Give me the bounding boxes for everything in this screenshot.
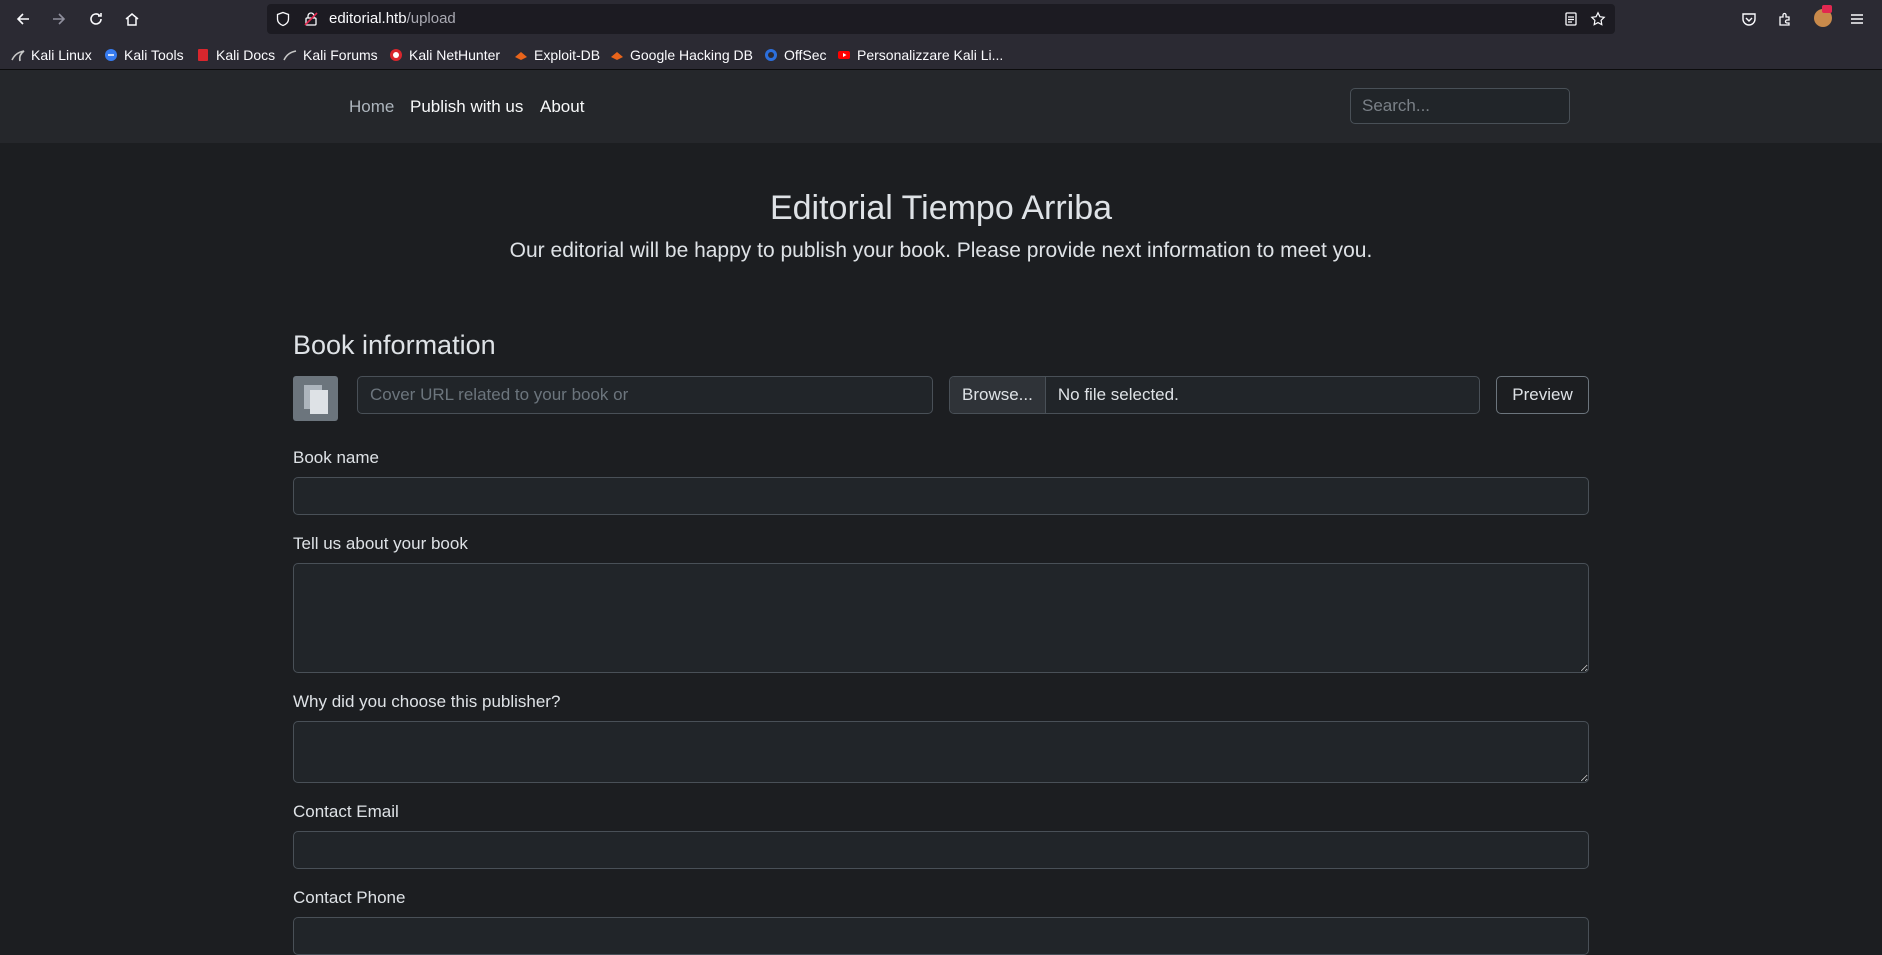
bookmark-exploit-db[interactable]: Exploit-DB xyxy=(514,46,600,64)
bookmark-label: Kali Tools xyxy=(124,47,184,63)
reload-icon xyxy=(90,13,102,25)
page-subtitle: Our editorial will be happy to publish y… xyxy=(509,239,1373,262)
pocket-icon[interactable] xyxy=(1741,11,1757,27)
nethunter-icon xyxy=(390,49,402,61)
reader-view-icon[interactable] xyxy=(1563,11,1579,27)
home-icon xyxy=(125,13,139,26)
bookmark-kali-nethunter[interactable]: Kali NetHunter xyxy=(389,46,500,64)
contact-email-input[interactable] xyxy=(293,831,1589,869)
why-publisher-label: Why did you choose this publisher? xyxy=(293,692,561,711)
shield-icon[interactable] xyxy=(275,11,291,27)
search-input[interactable] xyxy=(1350,88,1570,124)
forward-button[interactable] xyxy=(47,7,71,31)
arrow-left-icon xyxy=(16,13,29,25)
exploit-db-icon xyxy=(515,52,527,60)
youtube-icon xyxy=(838,51,850,59)
kali-tools-icon xyxy=(105,49,117,61)
browse-button[interactable]: Browse... xyxy=(950,377,1046,413)
offsec-icon xyxy=(765,49,777,61)
bookmark-personalizzare-kali[interactable]: Personalizzare Kali Li... xyxy=(837,46,1003,64)
book-name-input[interactable] xyxy=(293,477,1589,515)
url-bar[interactable]: editorial.htb/upload xyxy=(267,4,1615,34)
url-host: editorial.htb xyxy=(329,10,407,27)
browser-toolbar: editorial.htb/upload xyxy=(0,0,1882,39)
bookmark-label: Kali Linux xyxy=(31,47,92,63)
bookmark-label: Kali Forums xyxy=(303,47,378,63)
document-placeholder-icon xyxy=(303,384,328,414)
site-navbar xyxy=(0,70,1882,143)
contact-email-label: Contact Email xyxy=(293,802,399,821)
bookmark-kali-forums[interactable]: Kali Forums xyxy=(283,46,378,64)
bookmark-label: Google Hacking DB xyxy=(630,47,753,63)
contact-phone-input[interactable] xyxy=(293,917,1589,955)
about-book-label: Tell us about your book xyxy=(293,534,468,553)
bookmark-kali-tools[interactable]: Kali Tools xyxy=(104,46,184,64)
cover-preview-image xyxy=(293,376,338,421)
bookmark-label: Kali NetHunter xyxy=(409,47,501,63)
insecure-lock-icon[interactable] xyxy=(303,11,319,27)
preview-button[interactable]: Preview xyxy=(1496,376,1589,414)
extensions-icon[interactable] xyxy=(1777,11,1793,27)
kali-dragon-icon xyxy=(11,50,25,62)
url-text[interactable]: editorial.htb/upload xyxy=(329,10,456,27)
bookmarks-bar: Kali Linux Kali Tools Kali Docs Kali For… xyxy=(0,38,1882,70)
home-button[interactable] xyxy=(120,7,144,31)
bookmark-label: Exploit-DB xyxy=(534,47,601,63)
kali-forums-icon xyxy=(283,50,297,61)
nav-about-link[interactable]: About xyxy=(540,97,584,117)
section-title: Book information xyxy=(293,330,496,360)
bookmark-star-icon[interactable] xyxy=(1590,11,1606,27)
contact-phone-label: Contact Phone xyxy=(293,888,406,907)
bookmark-label: OffSec xyxy=(784,47,827,63)
nav-home-link[interactable]: Home xyxy=(349,97,394,117)
url-path: /upload xyxy=(406,10,456,27)
hamburger-menu-icon[interactable] xyxy=(1849,11,1865,27)
file-status-text: No file selected. xyxy=(1057,385,1179,404)
why-publisher-textarea[interactable] xyxy=(293,721,1589,783)
bookmark-google-hacking-db[interactable]: Google Hacking DB xyxy=(610,46,753,64)
cover-url-input[interactable] xyxy=(357,376,933,414)
cover-file-input[interactable]: Browse... No file selected. xyxy=(949,376,1480,414)
bookmark-label: Personalizzare Kali Li... xyxy=(857,47,1004,63)
about-book-textarea[interactable] xyxy=(293,563,1589,673)
bookmark-kali-linux[interactable]: Kali Linux xyxy=(11,46,92,64)
notification-badge xyxy=(1822,5,1832,13)
bookmark-label: Kali Docs xyxy=(216,47,276,63)
ghdb-icon xyxy=(611,52,623,60)
page-title: Editorial Tiempo Arriba xyxy=(769,189,1113,227)
back-button[interactable] xyxy=(11,7,35,31)
arrow-right-icon xyxy=(53,13,66,25)
bookmark-offsec[interactable]: OffSec xyxy=(764,46,827,64)
reload-button[interactable] xyxy=(84,7,108,31)
nav-publish-link[interactable]: Publish with us xyxy=(410,97,523,117)
kali-docs-icon xyxy=(198,49,208,61)
book-name-label: Book name xyxy=(293,448,379,467)
bookmark-kali-docs[interactable]: Kali Docs xyxy=(196,46,275,64)
